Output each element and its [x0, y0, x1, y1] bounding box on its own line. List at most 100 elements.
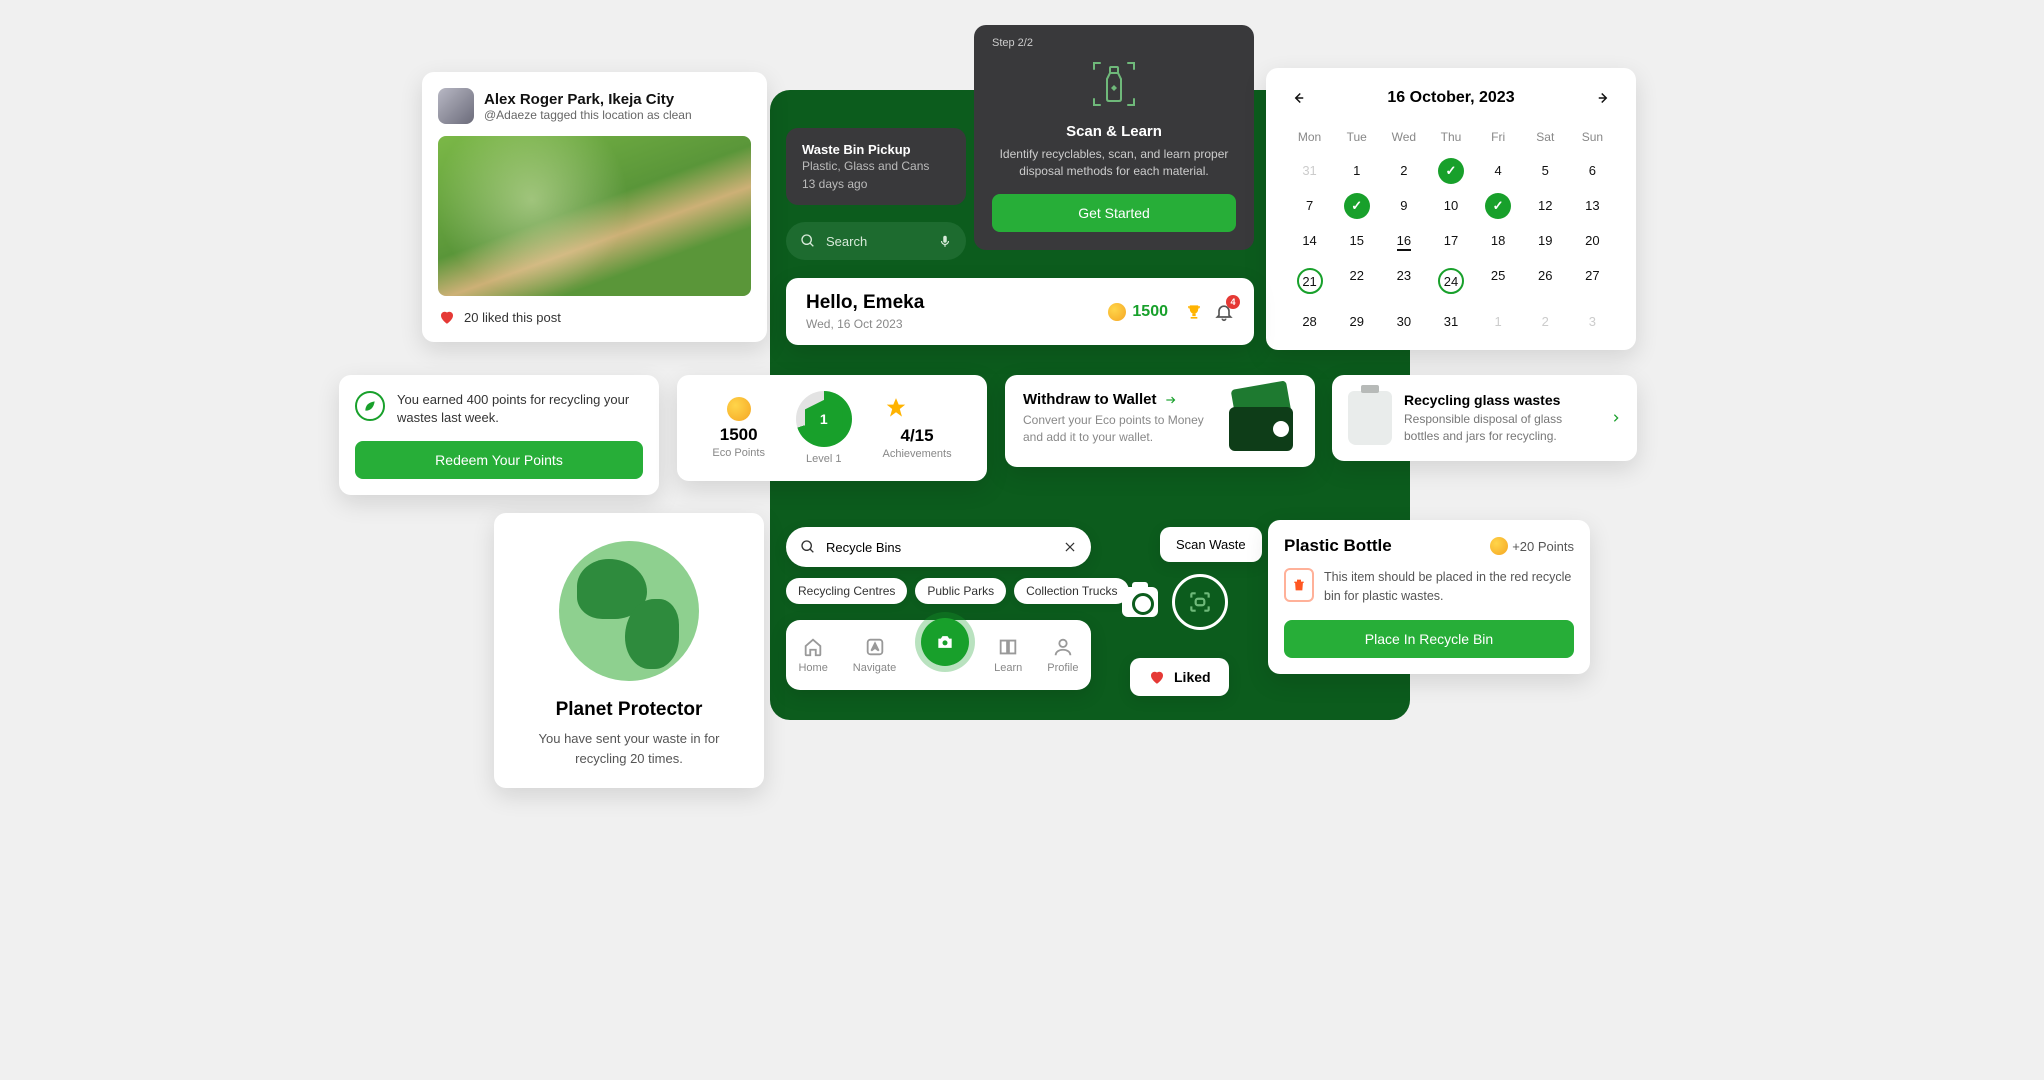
calendar-day[interactable]: 20: [1569, 226, 1616, 255]
scan-waste-button[interactable]: Scan Waste: [1160, 527, 1262, 562]
achievement-card: Planet Protector You have sent your wast…: [494, 513, 764, 788]
search-icon: [800, 539, 816, 555]
calendar-day[interactable]: 2: [1522, 307, 1569, 336]
recycling-tip-card[interactable]: Recycling glass wastes Responsible dispo…: [1332, 375, 1637, 461]
scan-icon: [1187, 589, 1213, 615]
calendar-weekday: Thu: [1427, 124, 1474, 150]
calendar-day[interactable]: 12: [1522, 191, 1569, 220]
scan-bottle-icon: [992, 55, 1236, 113]
calendar-day[interactable]: 2: [1380, 156, 1427, 185]
calendar-day[interactable]: 30: [1380, 307, 1427, 336]
post-subtitle: @Adaeze tagged this location as clean: [484, 108, 692, 122]
onboarding-card: Step 2/2 Scan & Learn Identify recyclabl…: [974, 25, 1254, 250]
trophy-icon: [1184, 302, 1204, 322]
calendar-day[interactable]: 3: [1569, 307, 1616, 336]
calendar-title: 16 October, 2023: [1387, 89, 1514, 107]
search-input-white[interactable]: [786, 527, 1091, 567]
heart-icon[interactable]: [438, 308, 456, 326]
clear-icon[interactable]: [1063, 540, 1077, 554]
jar-icon: [1348, 391, 1392, 445]
onboarding-title: Scan & Learn: [992, 123, 1236, 140]
filter-chip[interactable]: Collection Trucks: [1014, 578, 1129, 604]
nav-navigate[interactable]: Navigate: [853, 636, 896, 674]
nav-camera-button[interactable]: [921, 618, 969, 666]
liked-button[interactable]: Liked: [1130, 658, 1229, 696]
calendar-day[interactable]: 31: [1427, 307, 1474, 336]
calendar-day[interactable]: 7: [1286, 191, 1333, 220]
globe-icon: [559, 541, 699, 681]
calendar-day[interactable]: 31: [1286, 156, 1333, 185]
search-placeholder: Search: [826, 234, 928, 249]
filter-chip[interactable]: Recycling Centres: [786, 578, 907, 604]
calendar-day[interactable]: 10: [1427, 191, 1474, 220]
calendar-day[interactable]: 11: [1475, 191, 1522, 220]
heart-icon: [1148, 668, 1166, 686]
calendar-day[interactable]: 13: [1569, 191, 1616, 220]
calendar-day[interactable]: 29: [1333, 307, 1380, 336]
level-stat: 1 Level 1: [796, 391, 852, 465]
calendar-weekday: Mon: [1286, 124, 1333, 150]
points-earned-card: You earned 400 points for recycling your…: [339, 375, 659, 495]
calendar-day[interactable]: 19: [1522, 226, 1569, 255]
calendar-day[interactable]: 16: [1380, 226, 1427, 255]
item-desc: This item should be placed in the red re…: [1324, 568, 1574, 606]
chevron-right-icon: [1611, 410, 1621, 426]
bottom-nav: Home Navigate Learn Profile: [786, 620, 1091, 690]
microphone-icon[interactable]: [938, 233, 952, 249]
filter-chip[interactable]: Public Parks: [915, 578, 1006, 604]
calendar-day[interactable]: 3: [1427, 156, 1474, 185]
search-field[interactable]: [826, 540, 1053, 555]
post-title: Alex Roger Park, Ikeja City: [484, 91, 692, 108]
redeem-points-button[interactable]: Redeem Your Points: [355, 441, 643, 479]
nav-home[interactable]: Home: [798, 636, 827, 674]
calendar-next-button[interactable]: [1592, 86, 1616, 110]
scan-ring-button[interactable]: [1172, 574, 1228, 630]
calendar-day[interactable]: 15: [1333, 226, 1380, 255]
calendar-day[interactable]: 28: [1286, 307, 1333, 336]
calendar-day[interactable]: 8: [1333, 191, 1380, 220]
coin-icon: [1490, 537, 1508, 555]
earned-text: You earned 400 points for recycling your…: [397, 391, 643, 427]
greeting-date: Wed, 16 Oct 2023: [806, 317, 1108, 331]
calendar-day[interactable]: 23: [1380, 261, 1427, 301]
calendar-day[interactable]: 5: [1522, 156, 1569, 185]
calendar-day[interactable]: 25: [1475, 261, 1522, 301]
withdraw-card[interactable]: Withdraw to Wallet Convert your Eco poin…: [1005, 375, 1315, 467]
calendar-day[interactable]: 26: [1522, 261, 1569, 301]
calendar-day[interactable]: 1: [1475, 307, 1522, 336]
nav-profile[interactable]: Profile: [1047, 636, 1078, 674]
leaf-icon: [355, 391, 385, 421]
calendar-day[interactable]: 17: [1427, 226, 1474, 255]
calendar-grid: MonTueWedThuFriSatSun3112345678910111213…: [1286, 124, 1616, 336]
calendar-day[interactable]: 18: [1475, 226, 1522, 255]
calendar-day[interactable]: 9: [1380, 191, 1427, 220]
notification-badge: 4: [1226, 295, 1240, 309]
calendar-weekday: Sat: [1522, 124, 1569, 150]
pickup-time: 13 days ago: [802, 177, 950, 191]
calendar-weekday: Sun: [1569, 124, 1616, 150]
get-started-button[interactable]: Get Started: [992, 194, 1236, 232]
avatar: [438, 88, 474, 124]
greeting-card: Hello, Emeka Wed, 16 Oct 2023 1500 4: [786, 278, 1254, 345]
stats-card: 1500 Eco Points 1 Level 1 4/15 Achieveme…: [677, 375, 987, 481]
calendar-day[interactable]: 24: [1427, 261, 1474, 301]
calendar-day[interactable]: 6: [1569, 156, 1616, 185]
calendar-day[interactable]: 14: [1286, 226, 1333, 255]
item-title: Plastic Bottle: [1284, 536, 1392, 556]
calendar-prev-button[interactable]: [1286, 86, 1310, 110]
coin-icon: [1108, 303, 1126, 321]
nav-learn[interactable]: Learn: [994, 636, 1022, 674]
calendar-day[interactable]: 21: [1286, 261, 1333, 301]
greeting-name: Hello, Emeka: [806, 292, 1108, 314]
arrow-right-icon: [1162, 393, 1180, 407]
calendar-day[interactable]: 27: [1569, 261, 1616, 301]
search-pill-dark[interactable]: Search: [786, 222, 966, 260]
coin-icon: [727, 397, 751, 421]
calendar-day[interactable]: 1: [1333, 156, 1380, 185]
pickup-card: Waste Bin Pickup Plastic, Glass and Cans…: [786, 128, 966, 205]
calendar-day[interactable]: 4: [1475, 156, 1522, 185]
notifications-button[interactable]: 4: [1214, 301, 1234, 323]
calendar-day[interactable]: 22: [1333, 261, 1380, 301]
place-in-bin-button[interactable]: Place In Recycle Bin: [1284, 620, 1574, 658]
camera-icon[interactable]: [1122, 587, 1158, 617]
